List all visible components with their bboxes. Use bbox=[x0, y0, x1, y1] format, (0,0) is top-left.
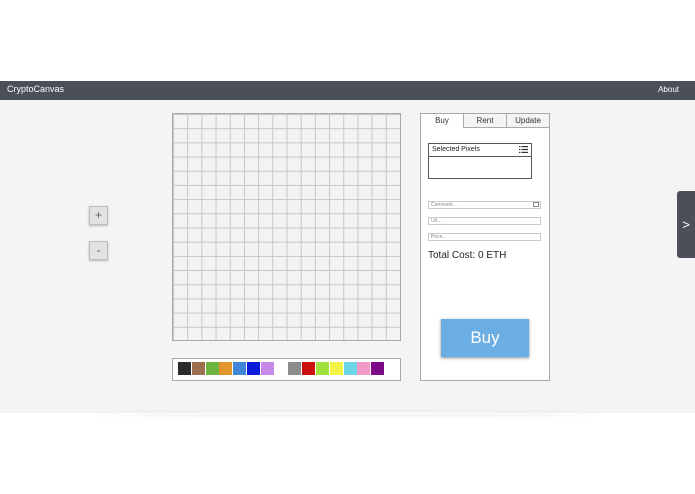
selected-pixels-box: Selected Pixels bbox=[428, 143, 532, 179]
color-swatch[interactable] bbox=[191, 362, 205, 375]
tab-update[interactable]: Update bbox=[506, 114, 549, 128]
total-cost: Total Cost: 0 ETH bbox=[428, 250, 507, 261]
color-swatch[interactable] bbox=[302, 362, 316, 375]
color-swatch[interactable] bbox=[260, 362, 274, 375]
about-link[interactable]: About bbox=[658, 85, 679, 94]
color-swatch[interactable] bbox=[343, 362, 357, 375]
purchase-panel: Buy Rent Update Selected Pixels Total Co bbox=[420, 113, 550, 381]
url-input[interactable] bbox=[428, 217, 541, 225]
brand-title[interactable]: CryptoCanvas bbox=[7, 84, 64, 94]
zoom-in-button[interactable]: + bbox=[89, 206, 108, 225]
color-swatch[interactable] bbox=[274, 362, 288, 375]
color-swatch[interactable] bbox=[178, 362, 191, 375]
list-icon[interactable] bbox=[519, 146, 528, 153]
emoji-icon[interactable] bbox=[533, 202, 539, 207]
color-swatch[interactable] bbox=[384, 362, 398, 375]
price-input[interactable] bbox=[428, 233, 541, 241]
color-swatch[interactable] bbox=[233, 362, 247, 375]
footer-shadow bbox=[95, 412, 600, 414]
buy-button[interactable]: Buy bbox=[441, 319, 529, 357]
app-area: CryptoCanvas About + - Buy Rent Update S… bbox=[0, 81, 695, 413]
panel-tabs: Buy Rent Update bbox=[421, 114, 549, 128]
navbar: CryptoCanvas About bbox=[0, 81, 695, 100]
color-swatch[interactable] bbox=[371, 362, 385, 375]
color-swatch[interactable] bbox=[357, 362, 371, 375]
selected-pixels-label: Selected Pixels bbox=[432, 146, 480, 153]
side-panel-toggle[interactable]: > bbox=[677, 191, 695, 258]
color-swatch[interactable] bbox=[315, 362, 329, 375]
zoom-out-button[interactable]: - bbox=[89, 241, 108, 260]
pixel-canvas[interactable] bbox=[172, 113, 401, 341]
color-swatch[interactable] bbox=[205, 362, 219, 375]
color-palette bbox=[172, 358, 401, 381]
color-swatch[interactable] bbox=[329, 362, 343, 375]
comment-input[interactable] bbox=[428, 201, 541, 209]
tab-buy[interactable]: Buy bbox=[421, 114, 463, 128]
color-swatch[interactable] bbox=[288, 362, 302, 375]
color-swatch[interactable] bbox=[219, 362, 233, 375]
color-swatch[interactable] bbox=[246, 362, 260, 375]
tab-rent[interactable]: Rent bbox=[463, 114, 506, 128]
selected-pixels-header: Selected Pixels bbox=[429, 144, 531, 157]
